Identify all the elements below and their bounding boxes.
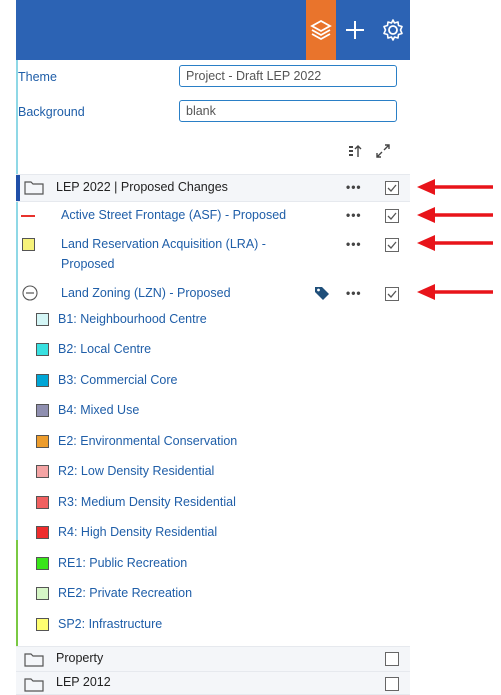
legend-label: B2: Local Centre xyxy=(58,342,152,356)
group-row-lep2022[interactable]: LEP 2022 | Proposed Changes ••• xyxy=(16,174,410,202)
sort-icon[interactable] xyxy=(348,144,362,158)
legend-item: R2: Low Density Residential xyxy=(16,462,410,482)
visibility-checkbox[interactable] xyxy=(385,209,399,223)
theme-label: Theme xyxy=(18,70,57,84)
red-arrow-icon xyxy=(417,284,493,300)
layer-row-asf[interactable]: Active Street Frontage (ASF) - Proposed … xyxy=(16,205,410,227)
group-accent xyxy=(16,175,20,201)
legend-label: RE2: Private Recreation xyxy=(58,586,193,600)
legend-item: SP2: Infrastructure xyxy=(16,615,410,635)
checkbox-checked-icon xyxy=(387,241,397,249)
layer-label: Land Reservation Acquisition (LRA) - xyxy=(61,237,266,251)
visibility-checkbox[interactable] xyxy=(385,652,399,666)
legend-item: B3: Commercial Core xyxy=(16,371,410,391)
visibility-checkbox[interactable] xyxy=(385,181,399,195)
legend-swatch xyxy=(36,313,49,326)
legend-label: RE1: Public Recreation xyxy=(58,556,188,570)
group-row-property[interactable]: Property xyxy=(16,646,410,672)
layer-row-lra[interactable]: Land Reservation Acquisition (LRA) - Pro… xyxy=(16,234,410,276)
red-arrow-icon xyxy=(417,235,493,251)
plus-icon xyxy=(346,21,364,39)
legend-item: E2: Environmental Conservation xyxy=(16,432,410,452)
add-button[interactable] xyxy=(339,0,371,60)
legend-label: R2: Low Density Residential xyxy=(58,464,215,478)
legend-item: B2: Local Centre xyxy=(16,340,410,360)
legend-swatch xyxy=(36,587,49,600)
more-options-button[interactable]: ••• xyxy=(346,237,362,251)
more-options-button[interactable]: ••• xyxy=(346,208,362,222)
visibility-checkbox[interactable] xyxy=(385,287,399,301)
checkbox-checked-icon xyxy=(387,184,397,192)
folder-icon xyxy=(24,678,44,692)
layer-label: Active Street Frontage (ASF) - Proposed xyxy=(61,208,287,222)
red-arrow-icon xyxy=(417,179,493,195)
gear-icon xyxy=(383,19,403,41)
more-options-button[interactable]: ••• xyxy=(346,180,362,194)
legend-swatch xyxy=(36,618,49,631)
theme-row: Theme Project - Draft LEP 2022 xyxy=(16,65,410,89)
layer-label: Land Zoning (LZN) - Proposed xyxy=(61,286,231,300)
legend-swatch xyxy=(36,526,49,539)
settings-button[interactable] xyxy=(379,0,407,60)
visibility-checkbox[interactable] xyxy=(385,238,399,252)
legend-swatch xyxy=(36,465,49,478)
legend-swatch xyxy=(36,374,49,387)
legend-item: B4: Mixed Use xyxy=(16,401,410,421)
legend-label: B4: Mixed Use xyxy=(58,403,140,417)
visibility-checkbox[interactable] xyxy=(385,677,399,691)
top-toolbar xyxy=(16,0,410,60)
legend-swatch xyxy=(36,404,49,417)
line-swatch xyxy=(21,215,35,217)
background-select[interactable]: blank xyxy=(179,100,397,122)
legend-label: R3: Medium Density Residential xyxy=(58,495,236,509)
legend-item: R3: Medium Density Residential xyxy=(16,493,410,513)
layer-label-continued: Proposed xyxy=(61,257,115,271)
legend-label: R4: High Density Residential xyxy=(58,525,218,539)
legend-item: R4: High Density Residential xyxy=(16,523,410,543)
background-label: Background xyxy=(18,105,85,119)
expand-icon[interactable] xyxy=(376,144,390,158)
legend-swatch xyxy=(36,343,49,356)
checkbox-checked-icon xyxy=(387,212,397,220)
legend-swatch xyxy=(36,435,49,448)
red-arrow-icon xyxy=(417,207,493,223)
legend-label: B3: Commercial Core xyxy=(58,373,178,387)
legend-label: SP2: Infrastructure xyxy=(58,617,163,631)
tag-icon[interactable] xyxy=(314,285,330,301)
group-row-lep2012[interactable]: LEP 2012 xyxy=(16,671,410,695)
legend-label: E2: Environmental Conservation xyxy=(58,434,238,448)
legend-swatch xyxy=(36,557,49,570)
group-label: LEP 2022 | Proposed Changes xyxy=(56,180,228,194)
folder-icon xyxy=(24,653,44,667)
legend-item: RE2: Private Recreation xyxy=(16,584,410,604)
group-label: LEP 2012 xyxy=(56,675,111,689)
layers-button[interactable] xyxy=(306,0,336,60)
more-options-button[interactable]: ••• xyxy=(346,286,362,300)
theme-select[interactable]: Project - Draft LEP 2022 xyxy=(179,65,397,87)
legend-label: B1: Neighbourhood Centre xyxy=(58,312,207,326)
layers-icon xyxy=(310,19,332,41)
background-row: Background blank xyxy=(16,100,410,124)
legend-swatch xyxy=(36,496,49,509)
legend-item: B1: Neighbourhood Centre xyxy=(16,310,410,330)
layer-tools xyxy=(346,142,406,162)
layer-row-lzn[interactable]: Land Zoning (LZN) - Proposed ••• xyxy=(16,283,410,305)
group-label: Property xyxy=(56,651,104,665)
folder-icon xyxy=(24,181,44,195)
layer-panel: Theme Project - Draft LEP 2022 Backgroun… xyxy=(16,60,410,695)
fill-swatch xyxy=(22,238,35,251)
legend-item: RE1: Public Recreation xyxy=(16,554,410,574)
checkbox-checked-icon xyxy=(387,290,397,298)
minus-circle-icon[interactable] xyxy=(22,285,38,301)
